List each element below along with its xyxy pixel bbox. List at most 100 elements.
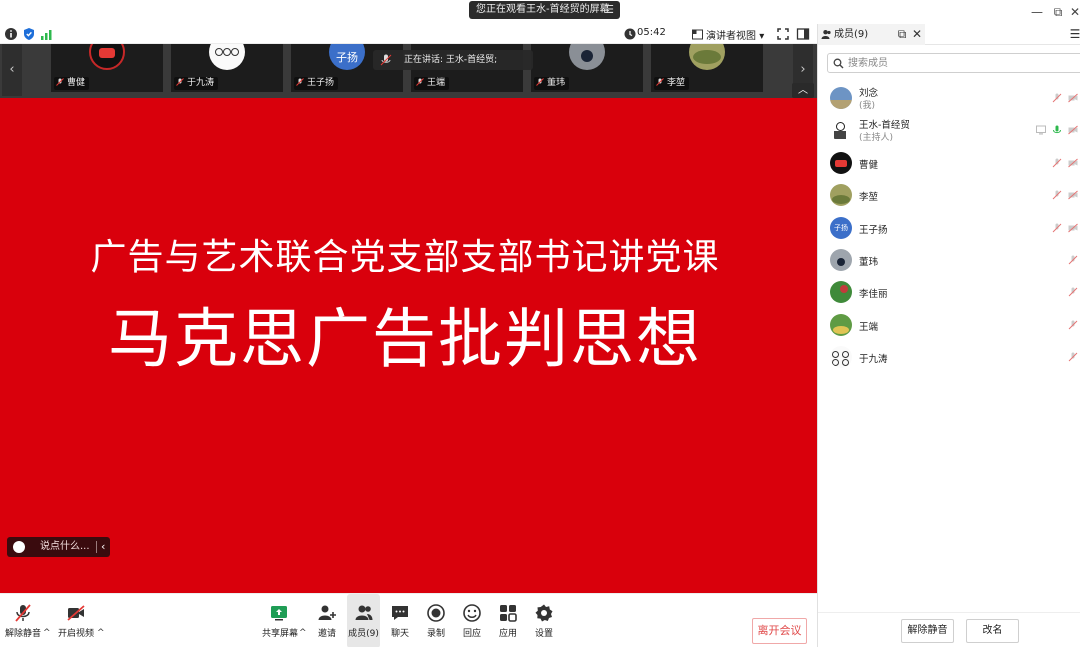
share-screen-button[interactable]: 共享屏幕 [262,594,298,647]
apps-button[interactable]: 应用 [495,594,521,647]
fullscreen-icon[interactable] [776,27,790,41]
list-item[interactable]: 曹健 [818,147,1080,179]
mic-muted-icon [296,78,304,86]
member-name: 刘念 [859,88,879,99]
member-role: (主持人) [859,133,894,144]
popout-icon[interactable]: ⧉ [895,27,909,41]
tile-name-tag: 董玮 [534,77,570,90]
member-name: 王水-首经贸 [859,120,910,132]
avatar [830,248,852,271]
view-mode-dropdown[interactable]: 演讲者视图 ▾ [692,27,764,42]
list-item[interactable]: 于九涛 [818,341,1080,373]
chevron-down-icon: ▾ [759,31,765,42]
minimize-button[interactable]: — [1028,4,1046,20]
member-panel: 成员(9) ⧉ ✕ ☰ 刘念 (我) 王水-首经贸 (主持人) [817,24,1080,647]
list-item[interactable]: 李佳丽 [818,276,1080,308]
mic-muted-icon[interactable] [1052,223,1062,233]
camera-off-icon[interactable] [1068,93,1078,103]
mic-muted-icon [15,604,31,622]
restore-button[interactable]: ⧉ [1049,4,1067,20]
camera-off-icon[interactable] [1068,125,1078,135]
audio-options-caret[interactable]: ^ [43,628,51,638]
record-button[interactable]: 录制 [423,594,449,647]
member-name: 李佳丽 [859,289,888,301]
panel-menu-icon[interactable]: ☰ [1068,27,1080,41]
share-screen-icon [271,606,287,621]
search-input[interactable] [848,55,1078,71]
avatar [209,44,245,70]
slide-title: 马克思广告批判思想 [108,303,702,377]
video-tile[interactable]: 曹健 [51,44,163,92]
avatar [569,44,605,70]
strip-prev-button[interactable]: ‹ [2,44,22,96]
leave-meeting-button[interactable]: 离开会议 [752,618,807,644]
rename-button[interactable]: 改名 [966,619,1019,643]
emoji-icon[interactable] [13,541,25,553]
mic-muted-icon[interactable] [1052,93,1062,103]
screen-share-notice[interactable]: 您正在观看王水-首经贸的屏幕 ☰ [469,1,620,19]
video-tile[interactable]: 董玮 [531,44,643,92]
unmute-all-button[interactable]: 解除静音 [901,619,954,643]
tab-members-label: 成员(9) [834,29,869,40]
reaction-button[interactable]: 回应 [459,594,485,647]
camera-off-icon[interactable] [1068,223,1078,233]
share-menu-icon[interactable]: ☰ [604,1,614,19]
chat-input[interactable]: 说点什么... ‹ [7,537,110,557]
chat-button[interactable]: 聊天 [387,594,413,647]
video-tile[interactable]: 于九涛 [171,44,283,92]
meeting-window: 您正在观看王水-首经贸的屏幕 ☰ — ⧉ ✕ 05:42 演讲者视图 ▾ ‹ ›… [0,0,1080,647]
info-icon[interactable] [4,27,18,41]
tile-name-tag: 李堃 [654,77,690,90]
shared-screen: 广告与艺术联合党支部支部书记讲党课 马克思广告批判思想 说点什么... ‹ [0,98,817,593]
share-options-caret[interactable]: ^ [299,628,307,638]
collapse-strip-button[interactable]: ︿ [792,83,814,98]
video-tile[interactable]: 李堃 [651,44,763,92]
invite-button[interactable]: 邀请 [313,594,341,647]
mic-muted-icon[interactable] [1068,320,1078,330]
list-item[interactable]: 王水-首经贸 (主持人) [818,114,1080,146]
avatar [689,44,725,70]
shield-icon[interactable] [22,27,36,41]
mic-muted-icon[interactable] [1068,287,1078,297]
unmute-button[interactable]: 解除静音 [4,594,42,647]
settings-button[interactable]: 设置 [531,594,557,647]
list-item[interactable]: 子扬 王子扬 [818,212,1080,244]
apps-icon [500,605,517,622]
mic-muted-icon [656,78,664,86]
camera-off-icon[interactable] [1068,190,1078,200]
list-item[interactable]: 李堃 [818,179,1080,211]
start-video-button[interactable]: 开启视频 [58,594,94,647]
clock-icon [624,28,636,40]
bottom-toolbar: 解除静音 ^ 开启视频 ^ 共享屏幕 ^ 邀请 成员(9) 聊天 录制 回应 应… [0,593,817,647]
start-video-label: 开启视频 [58,629,95,639]
tile-name-tag: 王子扬 [294,77,339,90]
layout-icon[interactable] [796,27,810,41]
mic-muted-icon[interactable] [1068,255,1078,265]
list-item[interactable]: 王端 [818,309,1080,341]
list-item[interactable]: 董玮 [818,244,1080,276]
mic-muted-icon[interactable] [1068,352,1078,362]
search-icon [833,58,844,69]
camera-off-icon[interactable] [1068,158,1078,168]
mic-muted-icon[interactable] [1052,190,1062,200]
chat-icon [392,606,408,620]
close-panel-icon[interactable]: ✕ [910,27,924,41]
mic-muted-icon [176,78,184,86]
mic-muted-icon[interactable] [1052,158,1062,168]
avatar [830,346,852,369]
members-button[interactable]: 成员(9) [347,594,380,647]
video-options-caret[interactable]: ^ [97,628,105,638]
mic-icon [380,54,392,66]
slide-subtitle: 广告与艺术联合党支部支部书记讲党课 [90,237,720,278]
record-icon [427,604,445,622]
record-label: 录制 [426,629,445,639]
active-speaker-indicator: 正在讲话: 王水-首经贸; [373,50,533,70]
chevron-left-icon[interactable]: ‹ [101,537,105,557]
list-item[interactable]: 刘念 (我) [818,82,1080,114]
mic-icon[interactable] [1052,125,1062,135]
member-search[interactable] [827,53,1080,73]
signal-icon[interactable] [40,27,54,41]
screen-share-icon [1036,125,1046,135]
member-name: 王端 [859,321,879,333]
close-button[interactable]: ✕ [1066,4,1080,20]
